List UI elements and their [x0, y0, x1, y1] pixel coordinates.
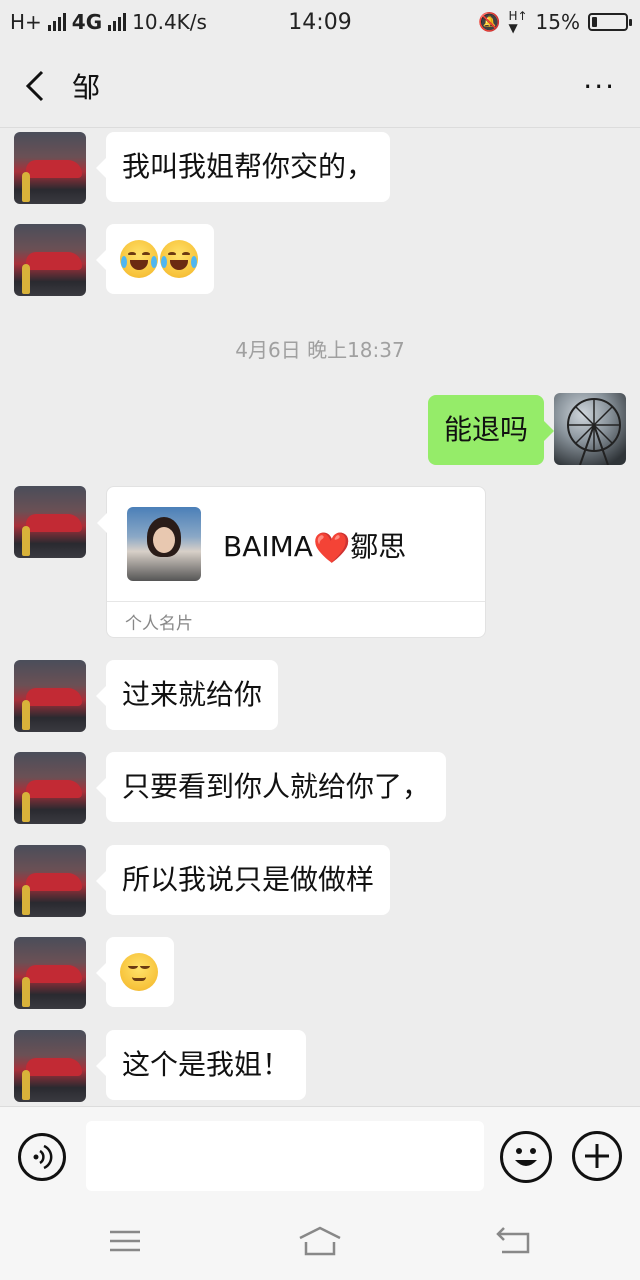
heart-icon: ❤️ [312, 530, 351, 566]
message-input[interactable] [86, 1121, 484, 1191]
battery-icon [588, 13, 632, 31]
card-name-suffix: 鄒思 [350, 530, 407, 563]
contact-avatar[interactable] [14, 937, 86, 1009]
contact-card[interactable]: BAIMA❤️鄒思 个人名片 [97, 486, 486, 638]
message-bubble-sent[interactable]: 能退吗 [427, 395, 555, 465]
chat-title: 邹 [72, 71, 101, 104]
joy-tears-emoji [120, 240, 158, 278]
contact-avatar[interactable] [14, 1030, 86, 1102]
message-timestamp: 4月6日 晚上18:37 [235, 338, 405, 362]
status-bar: H+ 4G 10.4K/s 14:09 🔕 H↑ ▼ 15% [0, 0, 640, 44]
home-icon[interactable] [298, 1226, 342, 1262]
message-bubble[interactable]: 我叫我姐帮你交的， [95, 132, 391, 202]
card-label: 个人名片 [125, 614, 193, 634]
message-bubble[interactable] [96, 937, 174, 1007]
back-icon[interactable] [496, 1226, 532, 1260]
message-bubble[interactable]: 过来就给你 [95, 660, 279, 730]
contact-avatar[interactable] [14, 132, 86, 204]
plus-icon[interactable] [572, 1131, 622, 1181]
card-name: BAIMA❤️鄒思 [223, 525, 406, 566]
card-avatar [127, 507, 201, 581]
contact-avatar[interactable] [14, 224, 86, 296]
battery-fill [592, 17, 598, 27]
card-name-prefix: BAIMA [223, 530, 313, 563]
message-bubble[interactable] [96, 224, 214, 294]
emoji-icon[interactable] [500, 1131, 552, 1183]
card-divider [107, 601, 485, 602]
battery-percent: 15% [535, 10, 580, 34]
chat-messages[interactable]: 我叫我姐帮你交的， 4月6日 晚上18:37 能退吗 BAIMA❤️鄒思 个人名… [0, 128, 640, 1106]
back-arrow-icon[interactable] [18, 68, 54, 104]
system-nav-bar [0, 1206, 640, 1280]
contact-avatar[interactable] [14, 486, 86, 558]
status-right: 🔕 H↑ ▼ 15% [478, 9, 632, 35]
smirk-emoji [120, 953, 158, 991]
input-bar [0, 1106, 640, 1206]
chat-header: 邹 ··· [0, 44, 640, 128]
joy-tears-emoji [160, 240, 198, 278]
my-avatar[interactable] [554, 393, 626, 465]
voice-icon[interactable] [18, 1133, 66, 1181]
hd-icon: H↑ ▼ [508, 9, 528, 35]
mute-bell-icon: 🔕 [478, 11, 501, 33]
contact-avatar[interactable] [14, 845, 86, 917]
message-bubble[interactable]: 只要看到你人就给你了， [95, 752, 447, 822]
message-bubble[interactable]: 这个是我姐！ [95, 1030, 307, 1100]
contact-avatar[interactable] [14, 660, 86, 732]
more-options-icon[interactable]: ··· [583, 70, 616, 103]
contact-avatar[interactable] [14, 752, 86, 824]
menu-icon[interactable] [108, 1226, 142, 1260]
message-bubble[interactable]: 所以我说只是做做样 [95, 845, 391, 915]
